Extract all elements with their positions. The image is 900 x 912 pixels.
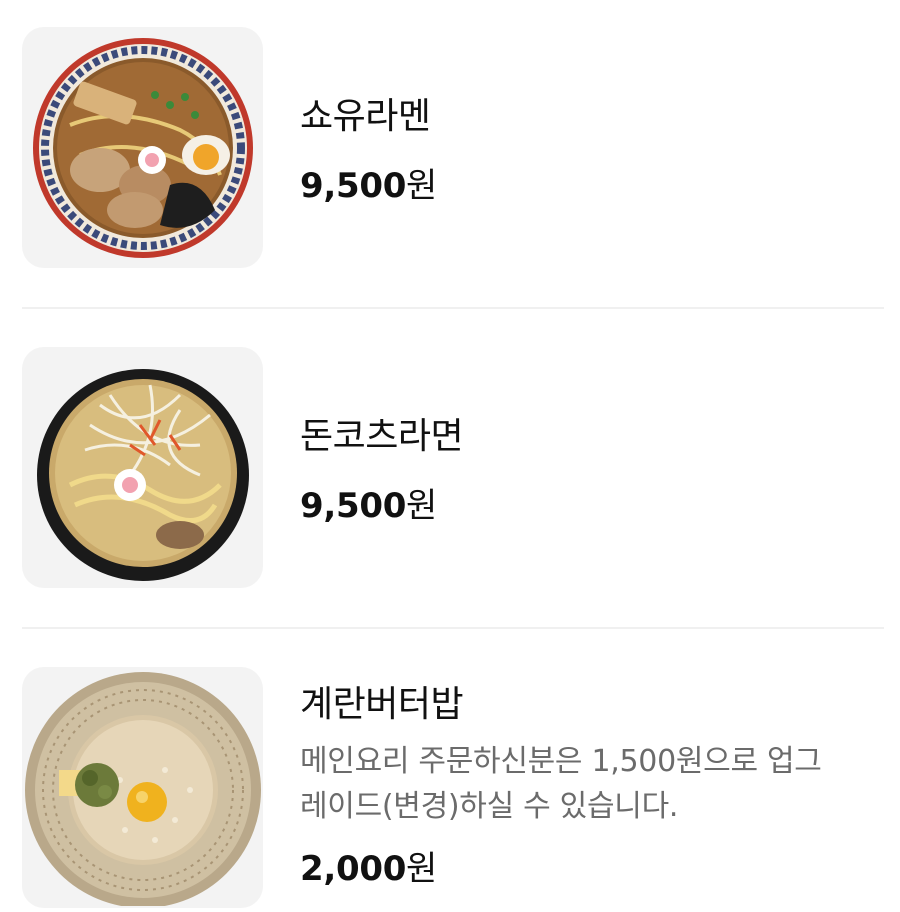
menu-item-price: 2,000원 xyxy=(300,841,880,890)
menu-item-description: 메인요리 주문하신분은 1,500원으로 업그 레이드(변경)하실 수 있습니다… xyxy=(300,740,880,829)
menu-item-image[interactable] xyxy=(22,347,263,588)
menu-item-tonkotsu-ramen[interactable]: 돈코츠라면 9,500원 xyxy=(22,347,884,588)
divider xyxy=(22,627,884,629)
menu-item-info: 계란버터밥 메인요리 주문하신분은 1,500원으로 업그 레이드(변경)하실 … xyxy=(300,683,880,890)
menu-item-image[interactable] xyxy=(22,667,263,908)
menu-item-name: 계란버터밥 xyxy=(300,684,464,725)
divider xyxy=(22,307,884,309)
description-line: 레이드(변경)하실 수 있습니다. xyxy=(300,788,679,824)
price-unit: 원 xyxy=(406,486,438,527)
menu-item-name: 쇼유라멘 xyxy=(300,96,431,137)
price-unit: 원 xyxy=(406,166,438,207)
egg-butter-rice-icon xyxy=(24,671,261,906)
price-amount: 9,500 xyxy=(300,166,407,207)
price-amount: 9,500 xyxy=(300,486,407,527)
price-unit: 원 xyxy=(406,848,438,889)
menu-item-image[interactable] xyxy=(22,27,263,268)
price-amount: 2,000 xyxy=(300,848,407,889)
menu-item-shoyu-ramen[interactable]: 쇼유라멘 9,500원 xyxy=(22,27,884,268)
menu-item-name: 돈코츠라면 xyxy=(300,416,464,457)
menu-item-price: 9,500원 xyxy=(300,158,437,207)
menu-item-info: 쇼유라멘 9,500원 xyxy=(300,95,437,207)
tonkotsu-ramen-icon xyxy=(36,368,249,581)
menu-item-egg-butter-rice[interactable]: 계란버터밥 메인요리 주문하신분은 1,500원으로 업그 레이드(변경)하실 … xyxy=(22,667,884,908)
menu-item-info: 돈코츠라면 9,500원 xyxy=(300,415,464,527)
menu-list: 쇼유라멘 9,500원 돈코츠라면 9,500원 계란버터밥 메인요리 주문하신… xyxy=(0,0,900,912)
description-line: 메인요리 주문하신분은 1,500원으로 업그 xyxy=(300,744,822,780)
shoyu-ramen-icon xyxy=(32,37,253,258)
menu-item-price: 9,500원 xyxy=(300,478,463,527)
